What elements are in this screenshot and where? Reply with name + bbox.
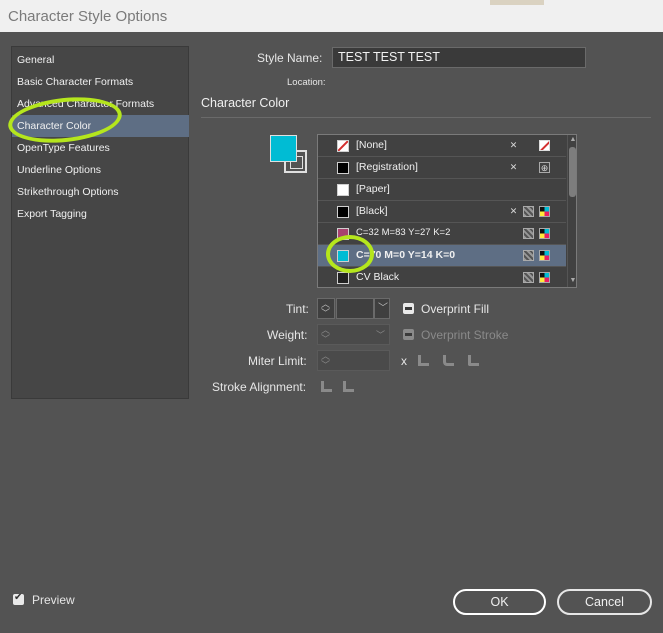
tint-dropdown[interactable]: ﹀ — [374, 298, 390, 319]
swatch-name: CV Black — [356, 271, 400, 283]
sidebar-item-export-tagging[interactable]: Export Tagging — [12, 203, 189, 225]
process-type-icon — [523, 206, 534, 217]
swatch-list-scrollbar[interactable]: ▲ ▼ — [567, 135, 576, 287]
chevron-down-icon: ﹀ — [378, 303, 388, 314]
scroll-down-icon[interactable]: ▼ — [569, 277, 576, 284]
stepper-down-icon[interactable]: ﹀ — [321, 361, 330, 370]
cv-black-swatch-chip — [337, 272, 349, 284]
process-type-icon — [523, 228, 534, 239]
paper-swatch-chip — [337, 184, 349, 196]
bevel-join-icon[interactable] — [468, 355, 479, 366]
black-swatch-chip — [337, 206, 349, 218]
sidebar-item-basic-character-formats[interactable]: Basic Character Formats — [12, 71, 189, 93]
section-divider — [201, 117, 651, 118]
swatch-name: [None] — [356, 139, 387, 151]
stepper-up-icon[interactable]: ︿ — [321, 352, 330, 361]
registration-swatch-chip — [337, 162, 349, 174]
none-swatch-chip — [337, 140, 349, 152]
process-type-icon — [523, 272, 534, 283]
align-outside-icon[interactable] — [343, 381, 354, 392]
stepper-up-icon[interactable]: ︿ — [321, 300, 330, 309]
cmyk-icon — [539, 206, 550, 217]
miter-limit-input[interactable]: ︿ ﹀ — [317, 350, 390, 371]
tint-input[interactable] — [336, 298, 374, 319]
sidebar-item-strikethrough-options[interactable]: Strikethrough Options — [12, 181, 189, 203]
title-bar: Character Style Options — [0, 0, 663, 32]
overprint-stroke-checkbox[interactable] — [403, 329, 414, 340]
preview-label: Preview — [32, 593, 75, 607]
cmyk-icon — [539, 272, 550, 283]
no-edit-icon: ✕ — [509, 162, 518, 172]
stepper-down-icon[interactable]: ﹀ — [321, 309, 330, 318]
miter-join-icon[interactable] — [418, 355, 429, 366]
scroll-up-icon[interactable]: ▲ — [569, 136, 576, 143]
stroke-alignment-label: Stroke Alignment: — [212, 380, 307, 394]
preview-checkbox[interactable]: ✔ — [13, 592, 24, 605]
overprint-fill-label: Overprint Fill — [421, 302, 490, 316]
swatch-name: [Black] — [356, 205, 388, 217]
section-title: Character Color — [201, 96, 290, 110]
chevron-down-icon: ﹀ — [376, 330, 386, 340]
style-name-input[interactable]: TEST TEST TEST — [332, 47, 586, 68]
stepper-down-icon[interactable]: ﹀ — [321, 335, 330, 344]
window-title: Character Style Options — [8, 8, 168, 25]
weight-input[interactable]: ︿ ﹀ ﹀ — [317, 324, 390, 345]
swatch-row-registration[interactable]: [Registration] ✕ ⊕ — [318, 157, 566, 179]
no-edit-icon: ✕ — [509, 206, 518, 216]
sidebar-item-underline-options[interactable]: Underline Options — [12, 159, 189, 181]
cmyk-icon — [539, 250, 550, 261]
location-label: Location: — [287, 77, 326, 88]
swatch-name: [Paper] — [356, 183, 390, 195]
swatch-row-none[interactable]: [None] ✕ — [318, 135, 566, 157]
scrollbar-thumb[interactable] — [569, 147, 576, 197]
style-name-label: Style Name: — [257, 51, 323, 65]
miter-unit: x — [401, 354, 407, 368]
tint-stepper[interactable]: ︿ ﹀ — [317, 298, 335, 319]
ok-button[interactable]: OK — [453, 589, 546, 615]
no-edit-icon: ✕ — [509, 140, 518, 150]
stepper-up-icon[interactable]: ︿ — [321, 326, 330, 335]
round-join-icon[interactable] — [443, 355, 454, 366]
tint-label: Tint: — [286, 302, 309, 316]
swatch-row-paper[interactable]: [Paper] — [318, 179, 566, 201]
overprint-fill-checkbox[interactable] — [403, 303, 414, 314]
align-center-icon[interactable] — [321, 381, 332, 392]
none-type-icon — [539, 140, 550, 151]
cmyk-icon — [539, 228, 550, 239]
registration-icon: ⊕ — [539, 162, 550, 173]
swatch-row-black[interactable]: [Black] ✕ — [318, 201, 566, 223]
overprint-stroke-label: Overprint Stroke — [421, 328, 509, 342]
fill-swatch[interactable] — [270, 135, 297, 162]
swatch-name: [Registration] — [356, 161, 418, 173]
process-type-icon — [523, 250, 534, 261]
swatch-name: C=32 M=83 Y=27 K=2 — [356, 227, 451, 238]
cancel-button[interactable]: Cancel — [557, 589, 652, 615]
weight-label: Weight: — [267, 328, 308, 342]
miter-limit-label: Miter Limit: — [248, 354, 307, 368]
title-bar-decoration — [490, 0, 544, 5]
sidebar-item-general[interactable]: General — [12, 49, 189, 71]
annotation-ring-swatch — [326, 235, 374, 273]
